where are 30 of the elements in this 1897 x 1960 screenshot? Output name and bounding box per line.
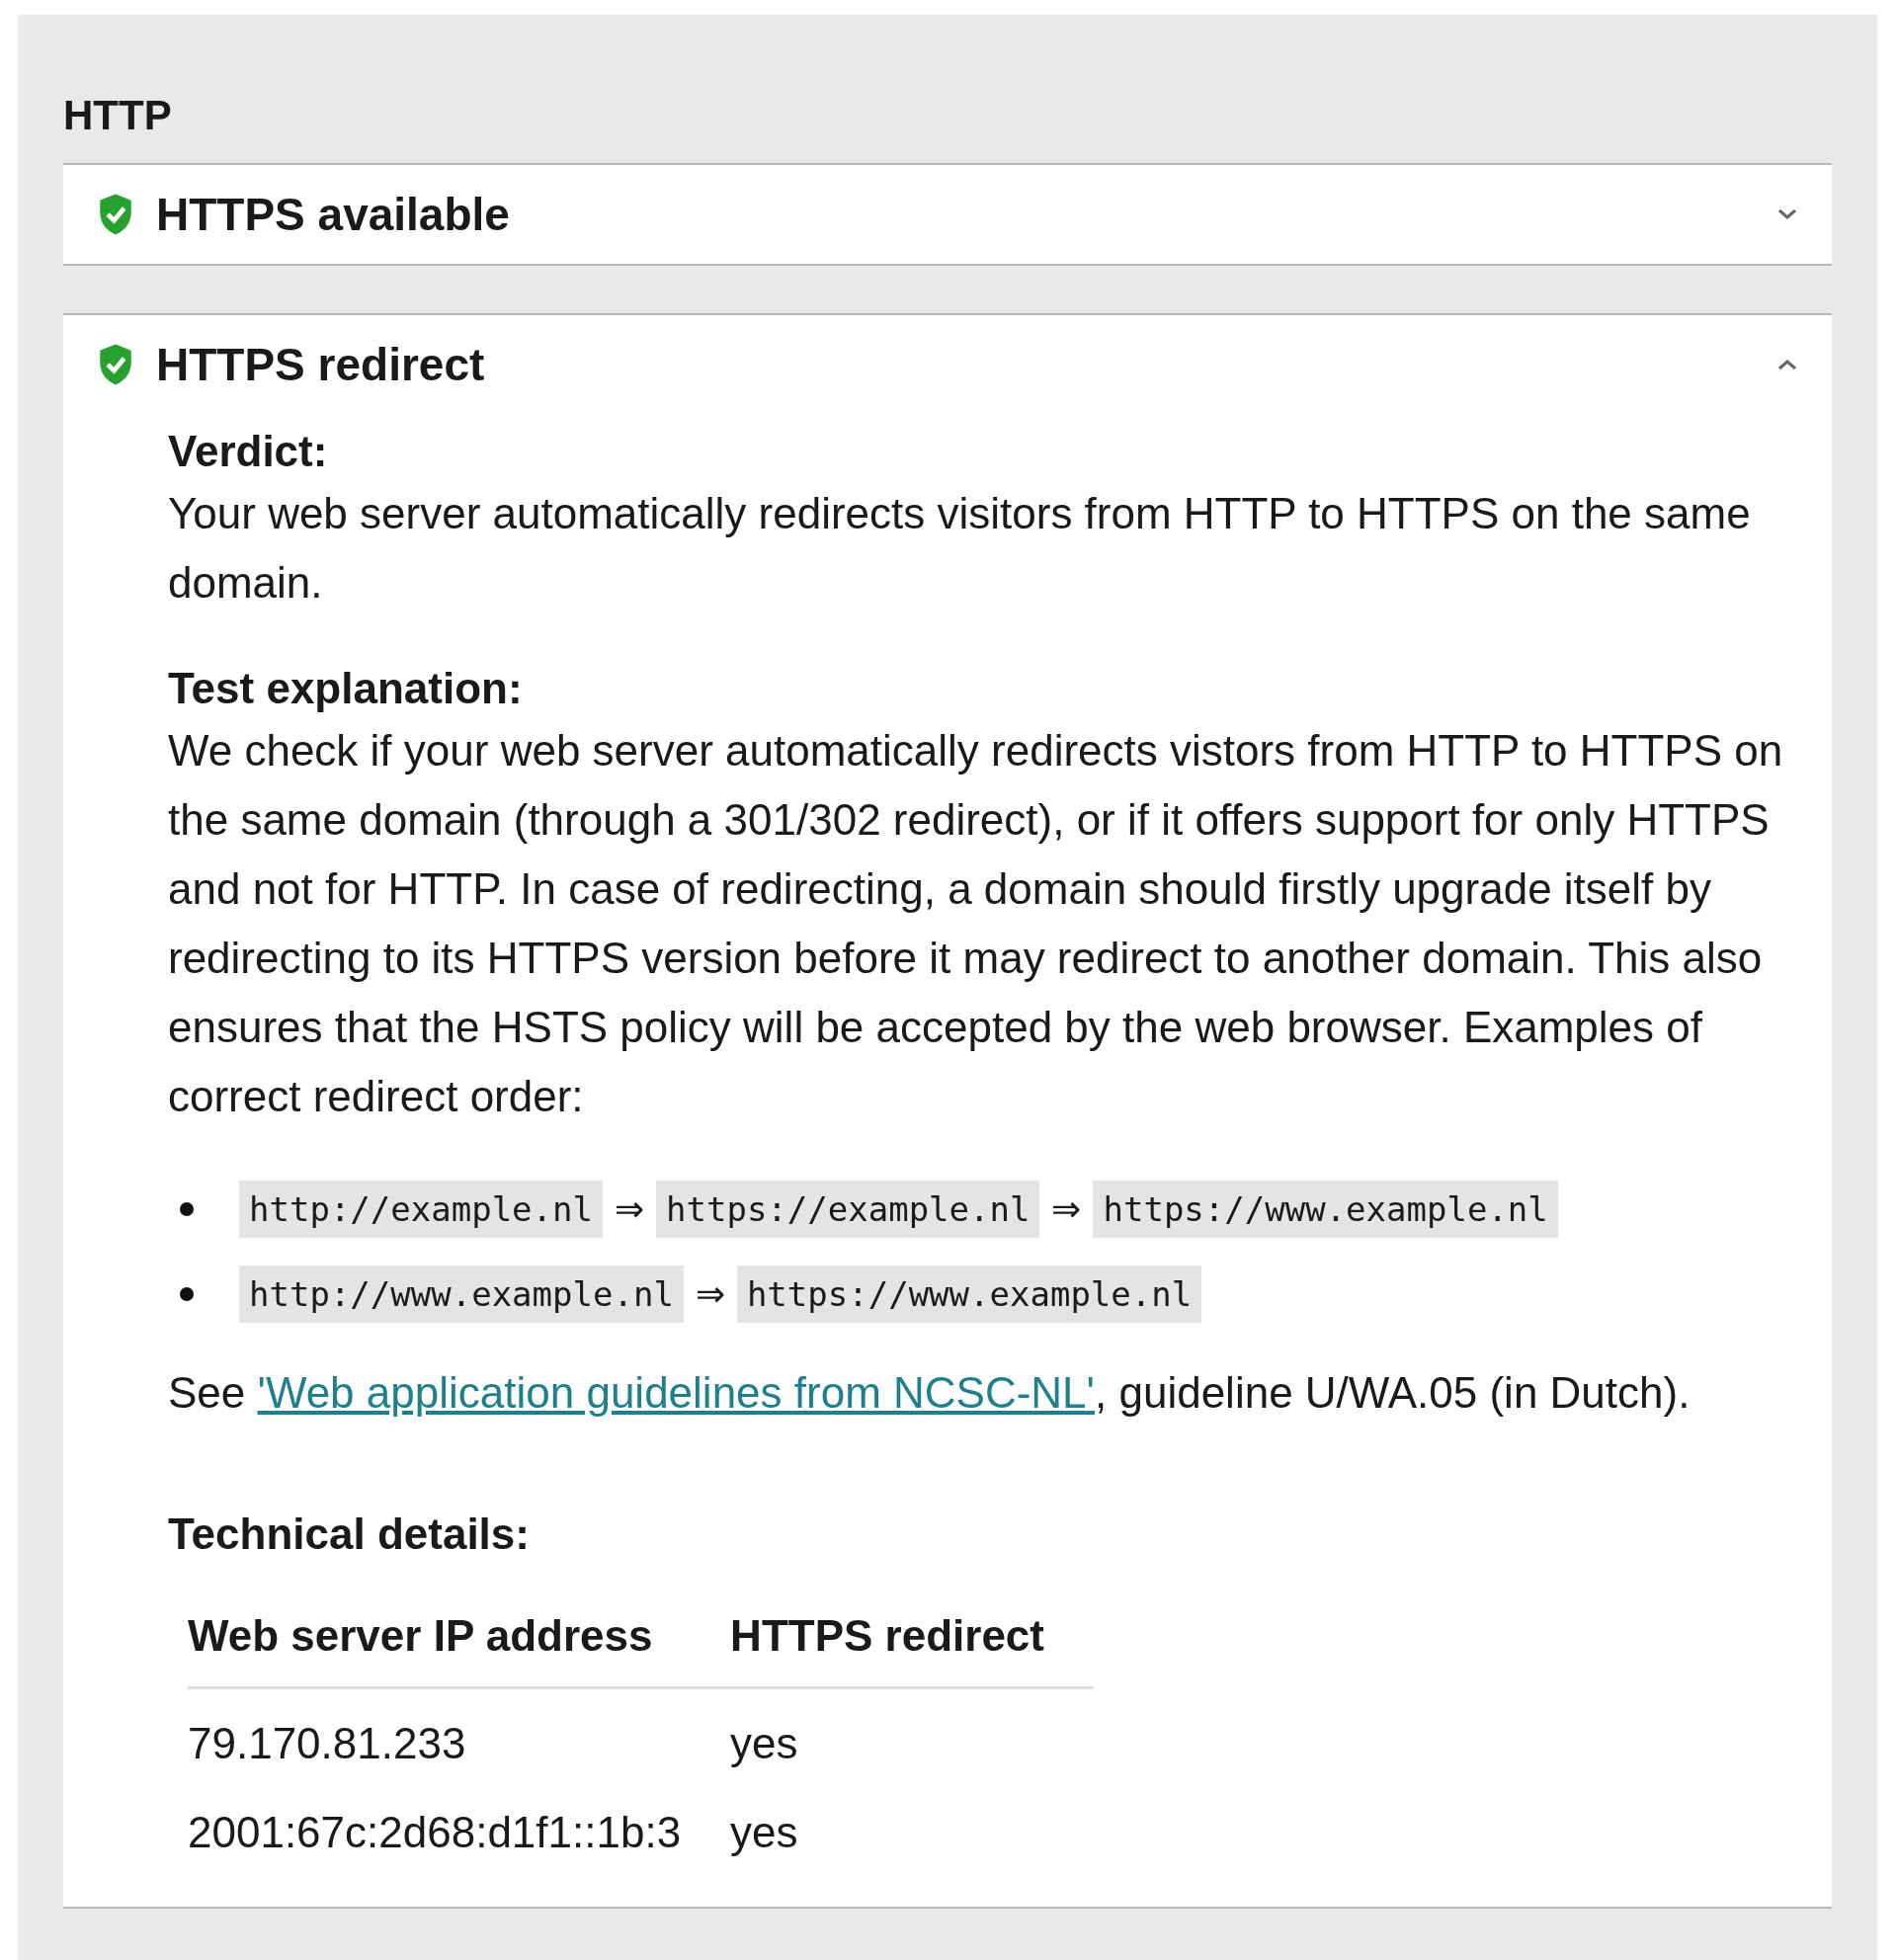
table-cell: 2001:67c:2d68:d1f1::1b:3 — [188, 1778, 731, 1867]
table-cell: yes — [730, 1687, 1094, 1778]
verdict-text: Your web server automatically redirects visitors from HTTP to HTTPS on the same domain. — [168, 488, 1752, 609]
test-header[interactable]: HTTPS available — [63, 165, 1832, 264]
guideline-link[interactable]: 'Web application guidelines from NCSC-NL' — [257, 1368, 1095, 1417]
url-code: http://example.nl — [239, 1181, 603, 1238]
reference-text: See 'Web application guidelines from NCSC-NL', guideline U/WA.05 (in Dutch). — [168, 1367, 1691, 1419]
section-title: HTTP — [63, 92, 173, 139]
table-cell-text: yes — [730, 1807, 799, 1858]
test-header[interactable]: HTTPS redirect — [63, 315, 1832, 414]
arrow-symbol: ⇒ — [615, 1187, 644, 1231]
url-code: http://www.example.nl — [239, 1266, 684, 1323]
url-code: https://example.nl — [656, 1181, 1040, 1238]
arrow-symbol: ⇒ — [695, 1272, 725, 1316]
explanation-text: We check if your web server automatically redirects vistors from HTTP to HTTPS on the same domain (through a 301/302 redirect), or if it offers support for only HTTPS and not for HTTP. In case of redirecting, a domain should firstly upgrade itself by redirecting to its HTTPS version before it may redirect to another domain. This also ensures that the HSTS policy will be accepted by the web browser. Examples of correct redirect order: — [168, 725, 1784, 1122]
column-header: Web server IP address — [188, 1592, 731, 1688]
explanation-label: Test explanation: — [168, 663, 524, 714]
arrow-symbol: ⇒ — [1051, 1187, 1082, 1231]
table-cell: 79.170.81.233 — [188, 1687, 731, 1778]
chevron-up-icon[interactable] — [1776, 358, 1798, 371]
url-code: https://www.example.nl — [736, 1266, 1202, 1323]
column-header: HTTPS redirect — [730, 1592, 1094, 1688]
test-title: HTTPS available — [156, 188, 511, 241]
bullet-icon — [180, 1287, 194, 1301]
details-label: Technical details: — [168, 1509, 531, 1560]
verdict-label: Verdict: — [168, 426, 329, 477]
test-title: HTTPS redirect — [156, 338, 486, 391]
bullet-icon — [180, 1202, 194, 1216]
chevron-down-icon[interactable] — [1776, 207, 1798, 221]
url-code: https://www.example.nl — [1093, 1181, 1558, 1238]
